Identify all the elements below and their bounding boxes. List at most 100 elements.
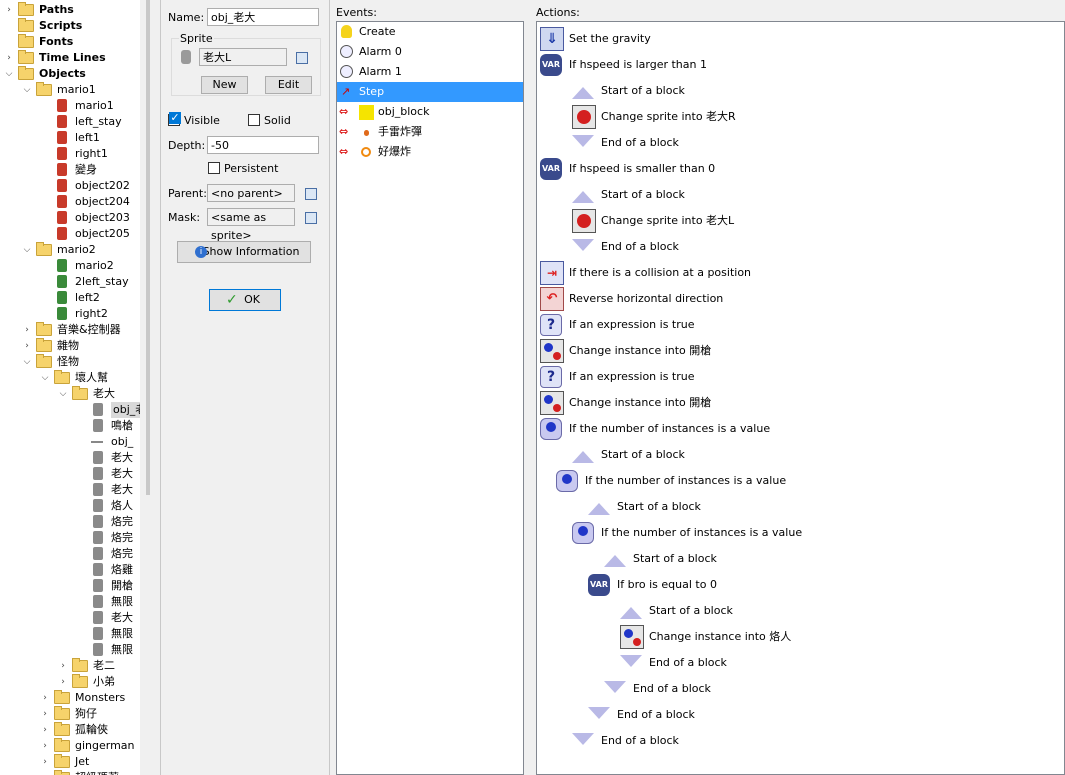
tree-item[interactable]: › 雜物 [0, 338, 140, 354]
collapsed-chevron-icon[interactable]: › [40, 722, 50, 738]
show-information-button[interactable]: i Show Information [177, 241, 311, 263]
collapsed-chevron-icon[interactable]: › [40, 690, 50, 706]
tree-item[interactable]: Scripts [0, 18, 140, 34]
tree-item[interactable]: object202 [0, 178, 140, 194]
event-item[interactable]: ⇔ 手雷炸彈 [337, 122, 523, 142]
expanded-chevron-icon[interactable]: ⌵ [4, 66, 14, 82]
expanded-chevron-icon[interactable]: ⌵ [22, 82, 32, 98]
tree-item[interactable]: 開槍 [0, 578, 140, 594]
action-item[interactable]: ↶ Reverse horizontal direction [537, 286, 1064, 312]
persistent-checkbox[interactable] [208, 162, 220, 174]
expanded-chevron-icon[interactable]: ⌵ [40, 370, 50, 386]
parent-field[interactable]: <no parent> [207, 184, 295, 202]
tree-item[interactable]: left1 [0, 130, 140, 146]
collapsed-chevron-icon[interactable]: › [4, 2, 14, 18]
action-item[interactable]: Change instance into 開槍 [537, 338, 1064, 364]
tree-item[interactable]: left2 [0, 290, 140, 306]
tree-item[interactable]: Fonts [0, 34, 140, 50]
collapsed-chevron-icon[interactable]: › [58, 658, 68, 674]
action-item[interactable]: Start of a block [537, 598, 1064, 624]
new-sprite-button[interactable]: New [201, 76, 248, 94]
event-item[interactable]: ⇔ obj_block [337, 102, 523, 122]
tree-item[interactable]: 烙完 [0, 546, 140, 562]
tree-item[interactable]: 變身 [0, 162, 140, 178]
action-item[interactable]: End of a block [537, 676, 1064, 702]
tree-item[interactable]: obj_老大 [0, 402, 140, 418]
mask-field[interactable]: <same as sprite> [207, 208, 295, 242]
action-item[interactable]: ? If an expression is true [537, 364, 1064, 390]
tree-item[interactable]: 老大 [0, 610, 140, 626]
action-item[interactable]: Start of a block [537, 494, 1064, 520]
tree-item[interactable]: 無限 [0, 626, 140, 642]
browse-sprite-icon[interactable] [296, 52, 308, 64]
event-item[interactable]: ⇔ 好爆炸 [337, 142, 523, 162]
tree-item[interactable]: 鳴槍 [0, 418, 140, 434]
action-item[interactable]: Start of a block [537, 546, 1064, 572]
tree-item[interactable]: › Paths [0, 2, 140, 18]
visible-checkbox[interactable] [168, 112, 181, 126]
expanded-chevron-icon[interactable]: ⌵ [22, 354, 32, 370]
ok-button[interactable]: ✓ OK [209, 289, 281, 311]
action-item[interactable]: Change sprite into 老大R [537, 104, 1064, 130]
collapsed-chevron-icon[interactable]: › [4, 50, 14, 66]
action-item[interactable]: VAR If bro is equal to 0 [537, 572, 1064, 598]
tree-item[interactable]: › 狗仔 [0, 706, 140, 722]
tree-item[interactable]: mario2 [0, 258, 140, 274]
event-item[interactable]: Alarm 0 [337, 42, 523, 62]
action-item[interactable]: Start of a block [537, 78, 1064, 104]
tree-item[interactable]: › 超級瑪莉 [0, 770, 140, 775]
event-item[interactable]: Alarm 1 [337, 62, 523, 82]
tree-scrollbar-thumb[interactable] [146, 0, 150, 495]
action-item[interactable]: Start of a block [537, 182, 1064, 208]
tree-item[interactable]: 無限 [0, 594, 140, 610]
tree-item[interactable]: ⌵ 怪物 [0, 354, 140, 370]
action-item[interactable]: End of a block [537, 130, 1064, 156]
tree-item[interactable]: › Time Lines [0, 50, 140, 66]
event-item[interactable]: ↗ Step [337, 82, 523, 102]
collapsed-chevron-icon[interactable]: › [40, 770, 50, 775]
tree-item[interactable]: obj_ [0, 434, 140, 450]
browse-mask-icon[interactable] [305, 212, 317, 224]
tree-item[interactable]: 2left_stay [0, 274, 140, 290]
action-item[interactable]: Change sprite into 老大L [537, 208, 1064, 234]
action-item[interactable]: ⇥ If there is a collision at a position [537, 260, 1064, 286]
actions-list[interactable]: ⇓ Set the gravity VAR If hspeed is larger t… [536, 21, 1065, 775]
tree-item[interactable]: › gingerman [0, 738, 140, 754]
tree-item[interactable]: object203 [0, 210, 140, 226]
action-item[interactable]: End of a block [537, 234, 1064, 260]
resource-tree[interactable]: › Paths Scripts Fonts › Time Lines ⌵ Objects ⌵ ma… [0, 0, 140, 775]
tree-item[interactable]: right1 [0, 146, 140, 162]
action-item[interactable]: Change instance into 開槍 [537, 390, 1064, 416]
action-item[interactable]: ⇓ Set the gravity [537, 26, 1064, 52]
name-field[interactable]: obj_老大 [207, 8, 319, 26]
collapsed-chevron-icon[interactable]: › [22, 338, 32, 354]
tree-item[interactable]: ⌵ mario2 [0, 242, 140, 258]
tree-item[interactable]: left_stay [0, 114, 140, 130]
action-item[interactable]: If the number of instances is a value [537, 416, 1064, 442]
action-item[interactable]: Change instance into 烙人 [537, 624, 1064, 650]
tree-item[interactable]: object205 [0, 226, 140, 242]
action-item[interactable]: End of a block [537, 702, 1064, 728]
events-list[interactable]: Create Alarm 0 Alarm 1 ↗ Step ⇔ obj_block ⇔ 手雷炸彈… [336, 21, 524, 775]
tree-item[interactable]: ⌵ 老大 [0, 386, 140, 402]
tree-item[interactable]: 烙完 [0, 514, 140, 530]
collapsed-chevron-icon[interactable]: › [40, 754, 50, 770]
tree-item[interactable]: 烙雞 [0, 562, 140, 578]
tree-item[interactable]: › 孤輪俠 [0, 722, 140, 738]
tree-item[interactable]: ⌵ Objects [0, 66, 140, 82]
expanded-chevron-icon[interactable]: ⌵ [22, 242, 32, 258]
browse-parent-icon[interactable] [305, 188, 317, 200]
tree-item[interactable]: object204 [0, 194, 140, 210]
tree-item[interactable]: mario1 [0, 98, 140, 114]
action-item[interactable]: Start of a block [537, 442, 1064, 468]
action-item[interactable]: VAR If hspeed is larger than 1 [537, 52, 1064, 78]
collapsed-chevron-icon[interactable]: › [22, 322, 32, 338]
edit-sprite-button[interactable]: Edit [265, 76, 312, 94]
tree-item[interactable]: 無限 [0, 642, 140, 658]
tree-item[interactable]: › 小弟 [0, 674, 140, 690]
event-item[interactable]: Create [337, 22, 523, 42]
solid-checkbox[interactable] [248, 114, 260, 126]
tree-item[interactable]: right2 [0, 306, 140, 322]
action-item[interactable]: End of a block [537, 650, 1064, 676]
sprite-field[interactable]: 老大L [199, 48, 287, 66]
